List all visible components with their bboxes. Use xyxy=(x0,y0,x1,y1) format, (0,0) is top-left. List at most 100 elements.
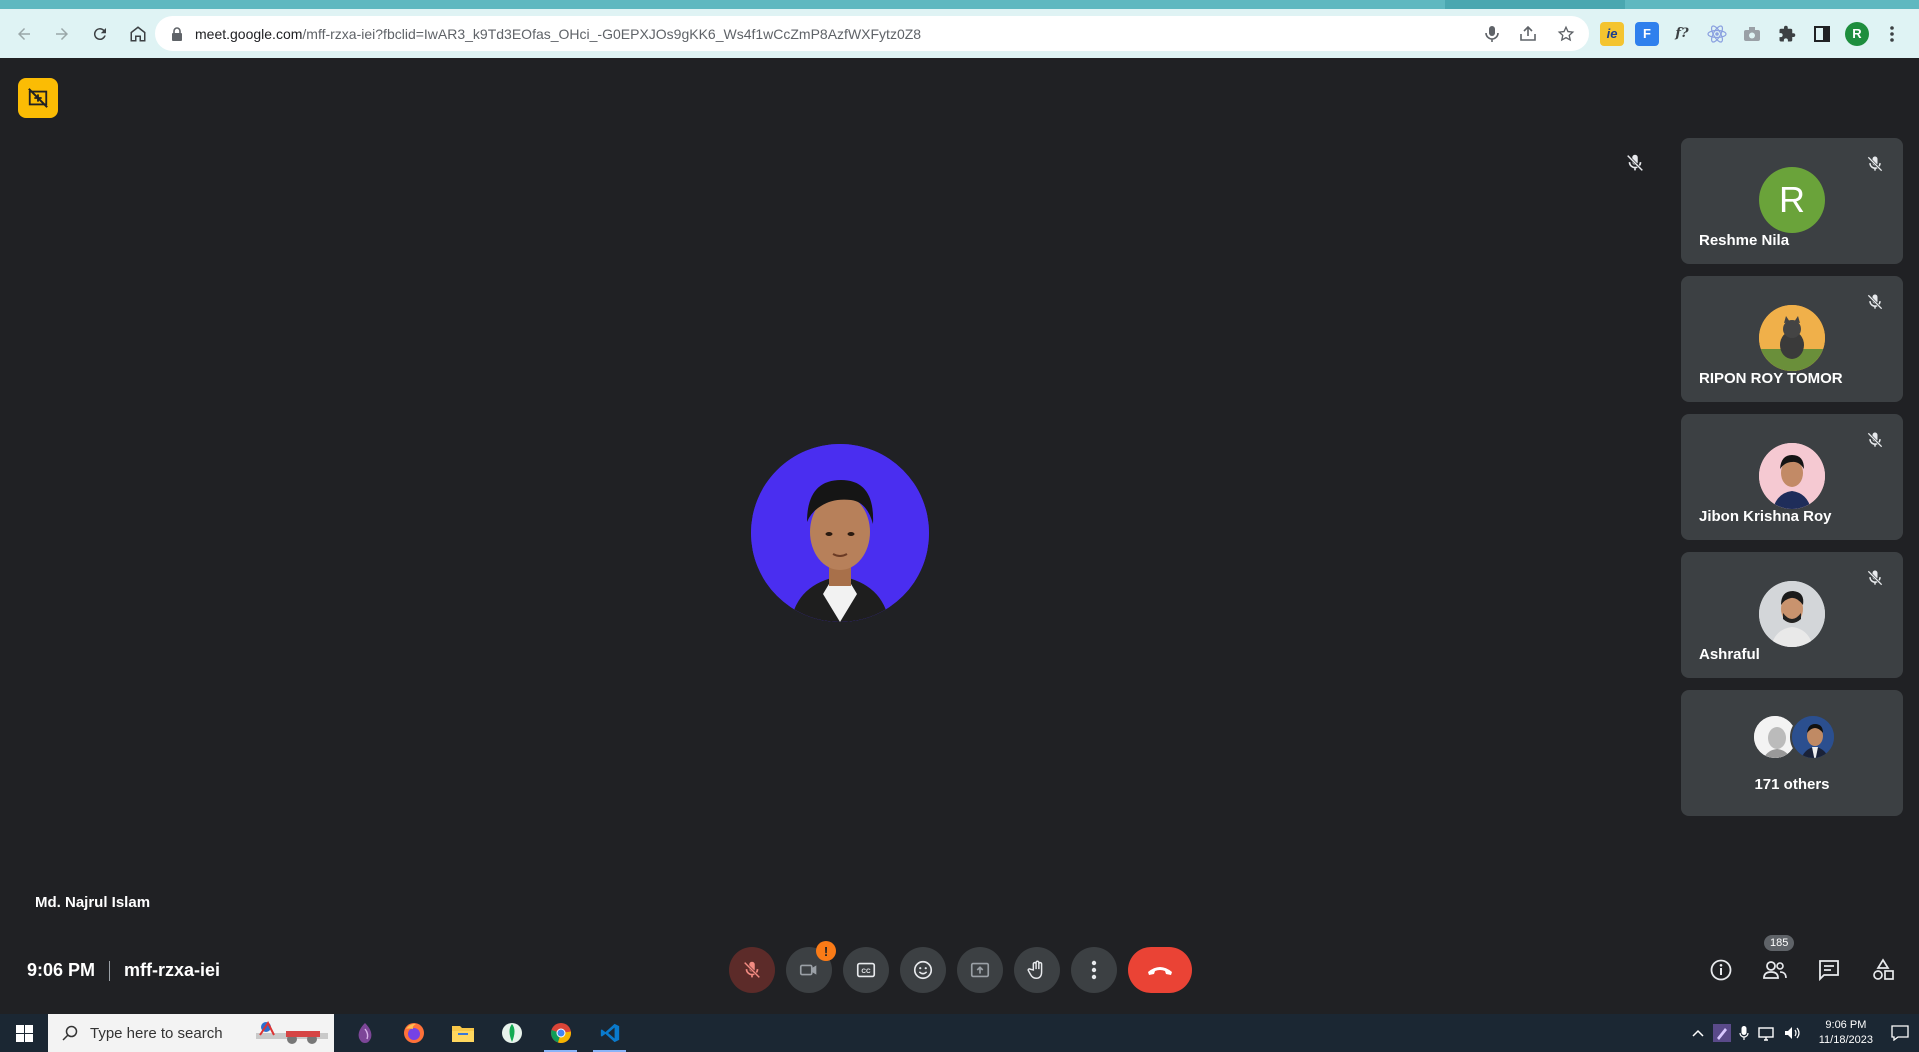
participant-tile[interactable]: Ashraful xyxy=(1681,552,1903,678)
active-tab[interactable] xyxy=(1445,0,1625,9)
mic-off-icon xyxy=(1867,294,1883,310)
home-icon xyxy=(130,25,146,41)
chevron-up-icon[interactable] xyxy=(1691,1028,1705,1038)
home-button[interactable] xyxy=(121,17,155,51)
microphone-icon[interactable] xyxy=(1485,25,1499,43)
extension-react-icon[interactable] xyxy=(1705,22,1729,46)
meeting-details-button[interactable] xyxy=(1703,952,1739,988)
volume-icon[interactable] xyxy=(1783,1025,1801,1041)
taskbar-app-firefox[interactable] xyxy=(389,1014,438,1052)
search-highlight-doodle-icon xyxy=(256,1021,328,1044)
extension-function-icon[interactable]: f? xyxy=(1670,22,1694,46)
profile-avatar[interactable]: R xyxy=(1845,21,1869,46)
extensions-puzzle-icon[interactable] xyxy=(1775,22,1799,46)
participant-avatar xyxy=(1759,581,1825,647)
closed-captions-icon: CC xyxy=(856,962,876,978)
camera-off-icon xyxy=(799,964,817,976)
browser-menu-icon[interactable] xyxy=(1880,22,1904,46)
url-text: meet.google.com/mff-rzxa-iei?fbclid=IwAR… xyxy=(195,26,921,42)
address-bar[interactable]: meet.google.com/mff-rzxa-iei?fbclid=IwAR… xyxy=(155,16,1589,51)
main-speaker-avatar xyxy=(751,444,929,622)
main-speaker-name: Md. Najrul Islam xyxy=(35,894,151,911)
participant-name: Jibon Krishna Roy xyxy=(1699,508,1832,525)
chat-button[interactable] xyxy=(1811,952,1847,988)
participant-tile[interactable]: RIPON ROY TOMOR xyxy=(1681,276,1903,402)
taskbar-app-mongodb[interactable] xyxy=(487,1014,536,1052)
bookmark-star-icon[interactable] xyxy=(1557,25,1575,43)
back-button[interactable] xyxy=(7,17,41,51)
system-tray: 9:06 PM 11/18/2023 xyxy=(1691,1014,1919,1052)
mic-off-icon xyxy=(1867,156,1883,172)
emoji-icon xyxy=(913,960,933,980)
present-screen-button[interactable] xyxy=(957,947,1003,993)
chrome-icon xyxy=(550,1023,571,1043)
taskbar-app-file-explorer[interactable] xyxy=(438,1014,487,1052)
windows-logo-icon xyxy=(15,1024,33,1042)
reload-button[interactable] xyxy=(83,17,117,51)
network-icon[interactable] xyxy=(1757,1025,1775,1041)
no-video-badge-icon[interactable] xyxy=(18,78,58,118)
forward-arrow-icon xyxy=(56,27,68,40)
extension-ie-icon[interactable]: ie xyxy=(1600,21,1624,46)
extension-camera-icon[interactable] xyxy=(1740,22,1764,46)
taskbar-clock[interactable]: 9:06 PM 11/18/2023 xyxy=(1819,1018,1873,1048)
hang-up-icon xyxy=(1148,967,1172,975)
participant-tile[interactable]: Jibon Krishna Roy xyxy=(1681,414,1903,540)
extensions-area: ie F f? R xyxy=(1600,16,1904,51)
mic-off-icon xyxy=(743,961,761,979)
more-options-button[interactable] xyxy=(1071,947,1117,993)
chat-icon xyxy=(1819,960,1839,982)
participant-name: Ashraful xyxy=(1699,646,1760,663)
others-tile[interactable]: 171 others xyxy=(1681,690,1903,816)
present-screen-icon xyxy=(970,962,990,978)
extension-f-icon[interactable]: F xyxy=(1635,21,1659,46)
activities-button[interactable] xyxy=(1865,952,1901,988)
divider xyxy=(109,960,111,981)
meeting-time: 9:06 PM xyxy=(27,960,96,980)
notifications-icon[interactable] xyxy=(1891,1025,1909,1041)
url-host: meet.google.com xyxy=(195,25,303,42)
camera-toggle-button[interactable]: ! xyxy=(786,941,836,993)
mic-off-icon xyxy=(1867,432,1883,448)
camera-warning-badge: ! xyxy=(816,941,836,961)
clock-date: 11/18/2023 xyxy=(1818,1034,1873,1046)
share-icon[interactable] xyxy=(1519,25,1537,42)
back-arrow-icon xyxy=(18,27,30,40)
reactions-button[interactable] xyxy=(900,947,946,993)
participant-tile[interactable]: R Reshme Nila xyxy=(1681,138,1903,264)
pen-icon[interactable] xyxy=(1712,1024,1731,1042)
raise-hand-button[interactable] xyxy=(1014,947,1060,993)
people-button[interactable]: 185 xyxy=(1757,935,1795,988)
info-icon xyxy=(1710,959,1732,981)
url-path: /mff-rzxa-iei?fbclid=IwAR3_k9Td3EOfas_OH… xyxy=(302,25,922,42)
meeting-code: mff-rzxa-iei xyxy=(124,960,221,980)
microphone-tray-icon[interactable] xyxy=(1739,1025,1749,1041)
microphone-toggle-button[interactable] xyxy=(729,947,775,993)
taskbar-search[interactable]: Type here to search xyxy=(48,1014,334,1052)
captions-button[interactable]: CC xyxy=(843,947,889,993)
taskbar-app-chrome[interactable] xyxy=(536,1014,585,1052)
more-vert-icon xyxy=(1091,960,1097,980)
tab-strip[interactable] xyxy=(0,0,1919,9)
mic-off-icon xyxy=(1867,570,1883,586)
participant-avatar xyxy=(1759,443,1825,509)
svg-text:CC: CC xyxy=(861,968,871,975)
firefox-icon xyxy=(403,1023,424,1043)
tor-browser-icon xyxy=(358,1023,371,1043)
other-avatar xyxy=(1790,714,1836,760)
browser-toolbar: meet.google.com/mff-rzxa-iei?fbclid=IwAR… xyxy=(0,9,1919,58)
forward-button[interactable] xyxy=(45,17,79,51)
side-panel-icon[interactable] xyxy=(1810,22,1834,46)
lock-icon xyxy=(172,26,182,41)
others-label: 171 others xyxy=(1754,776,1830,793)
taskbar-app-vscode[interactable] xyxy=(585,1014,634,1052)
leave-call-button[interactable] xyxy=(1128,947,1192,993)
participant-name: RIPON ROY TOMOR xyxy=(1699,370,1843,387)
windows-taskbar: Type here to search 9:06 PM 11/18/2023 xyxy=(0,1014,1919,1052)
omnibox-actions xyxy=(1485,16,1575,51)
meeting-details: 9:06 PM mff-rzxa-iei xyxy=(27,960,220,981)
mongodb-compass-icon xyxy=(501,1023,522,1043)
shapes-icon xyxy=(1873,958,1894,980)
taskbar-app-tor[interactable] xyxy=(340,1014,389,1052)
start-button[interactable] xyxy=(0,1014,48,1052)
